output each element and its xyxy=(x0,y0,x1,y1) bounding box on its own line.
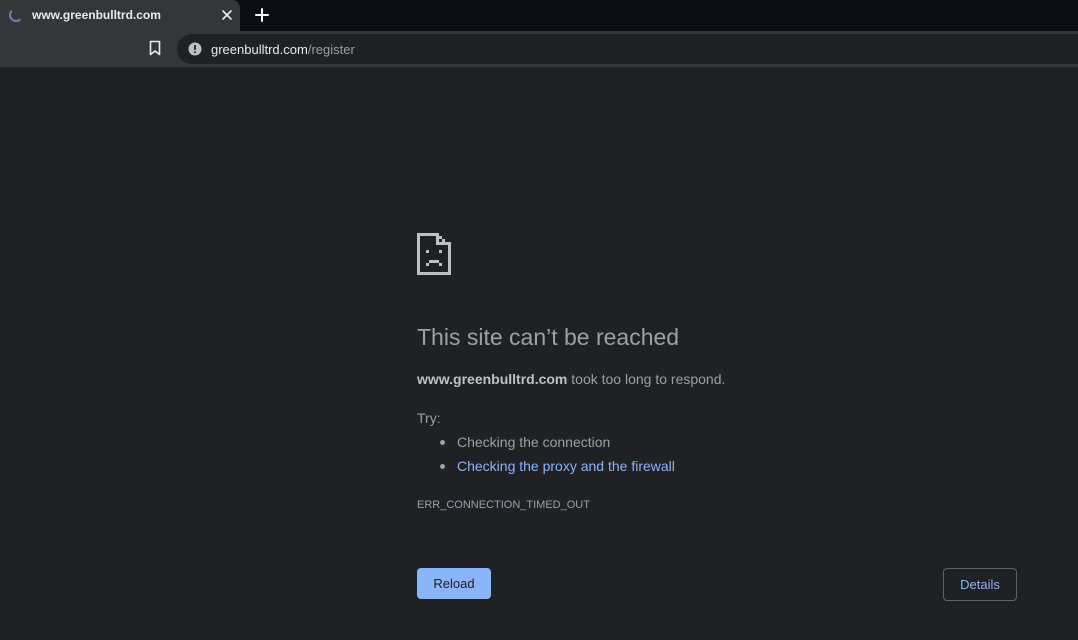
info-icon[interactable] xyxy=(188,42,202,56)
suggestion-item: Checking the proxy and the firewall xyxy=(417,457,675,481)
error-code: ERR_CONNECTION_TIMED_OUT xyxy=(417,499,590,511)
error-page: This site can’t be reached www.greenbull… xyxy=(0,67,1078,640)
error-host: www.greenbulltrd.com xyxy=(417,371,568,387)
close-icon[interactable] xyxy=(220,8,234,22)
error-summary: www.greenbulltrd.com took too long to re… xyxy=(417,371,725,387)
address-bar[interactable]: greenbulltrd.com/register xyxy=(177,34,1078,64)
reload-button[interactable]: Reload xyxy=(417,568,491,599)
plus-icon[interactable] xyxy=(254,7,270,23)
bullet-icon xyxy=(440,464,445,469)
error-summary-text: took too long to respond. xyxy=(567,371,726,387)
details-button[interactable]: Details xyxy=(943,568,1017,601)
error-headline: This site can’t be reached xyxy=(417,324,680,350)
tab-title: www.greenbulltrd.com xyxy=(32,8,161,22)
sad-document-icon xyxy=(417,233,451,275)
spinner-icon xyxy=(9,8,23,22)
try-label: Try: xyxy=(417,410,441,426)
tab-strip: www.greenbulltrd.com xyxy=(0,0,1078,31)
suggestion-proxy-firewall-link[interactable]: Checking the proxy and the firewall xyxy=(457,458,675,474)
url-host: greenbulltrd.com xyxy=(211,42,308,57)
suggestion-item: Checking the connection xyxy=(417,433,675,457)
url-text[interactable]: greenbulltrd.com/register xyxy=(211,42,355,57)
suggestion-check-connection: Checking the connection xyxy=(457,434,611,450)
bullet-icon xyxy=(440,440,445,445)
suggestion-list: Checking the connection Checking the pro… xyxy=(417,433,675,481)
active-tab[interactable]: www.greenbulltrd.com xyxy=(0,0,240,31)
url-path: /register xyxy=(307,42,355,57)
toolbar: greenbulltrd.com/register xyxy=(0,31,1078,67)
bookmark-icon[interactable] xyxy=(148,40,162,56)
